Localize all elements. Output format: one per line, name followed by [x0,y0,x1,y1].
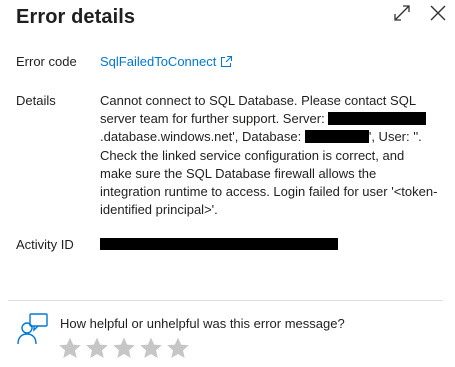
divider [8,300,443,301]
details-row: Details Cannot connect to SQL Database. … [16,92,439,219]
error-details-panel: Error details Error code SqlFailedToConn… [0,0,455,367]
star-icon[interactable] [58,336,82,360]
close-button[interactable] [427,2,449,24]
details-text: Cannot connect to SQL Database. Please c… [100,92,439,219]
activity-id-label: Activity ID [16,237,74,252]
star-icon[interactable] [166,336,190,360]
star-icon[interactable] [85,336,109,360]
header-actions [391,2,449,24]
panel-title: Error details [16,5,136,28]
external-link-icon[interactable] [220,55,233,68]
feedback-question: How helpful or unhelpful was this error … [60,316,345,331]
redacted-activity-id [100,238,338,250]
activity-id-row: Activity ID [16,236,439,254]
error-code-value: SqlFailedToConnect [100,53,439,71]
error-code-label: Error code [16,54,77,69]
feedback-person-icon [17,313,48,345]
redacted-database [304,130,369,144]
close-icon [430,5,446,21]
error-code-link[interactable]: SqlFailedToConnect [100,54,216,69]
panel-header: Error details [16,2,447,32]
error-code-row: Error code SqlFailedToConnect [16,53,439,71]
expand-button[interactable] [391,2,413,24]
star-icon[interactable] [112,336,136,360]
details-label: Details [16,93,56,108]
star-rating[interactable] [58,336,190,360]
redacted-server [328,112,427,126]
expand-icon [394,5,410,21]
star-icon[interactable] [139,336,163,360]
details-text-part2: .database.windows.net', Database: [100,129,305,145]
activity-id-value [100,236,439,254]
